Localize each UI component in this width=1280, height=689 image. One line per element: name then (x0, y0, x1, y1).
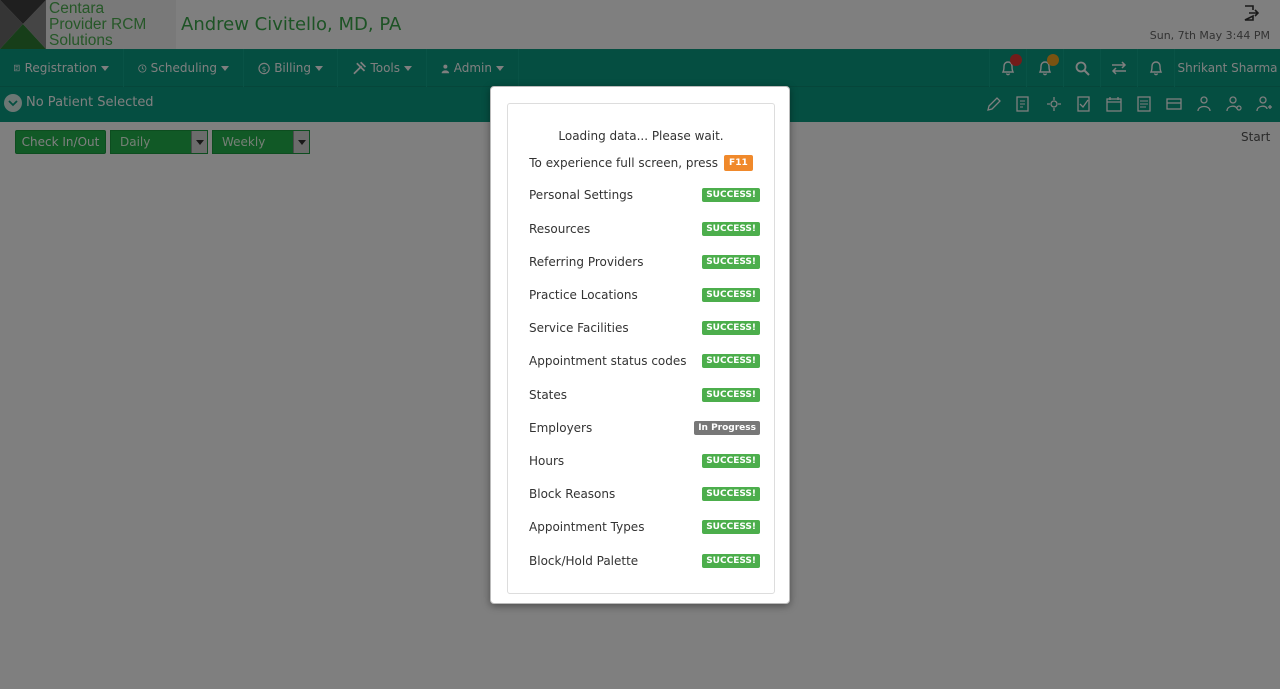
status-badge: SUCCESS! (702, 288, 760, 302)
load-item-label: Appointment Types (529, 520, 645, 534)
status-badge: SUCCESS! (702, 354, 760, 368)
load-item-row: Block/Hold Palette SUCCESS! (529, 551, 760, 571)
load-item-label: Referring Providers (529, 255, 644, 269)
load-item-row: Resources SUCCESS! (529, 219, 760, 239)
loading-panel: Loading data... Please wait. To experien… (507, 103, 775, 594)
load-item-label: States (529, 388, 568, 402)
load-item-row: Hours SUCCESS! (529, 451, 760, 471)
load-item-row: Personal Settings SUCCESS! (529, 185, 760, 205)
status-badge: SUCCESS! (702, 454, 760, 468)
load-item-row: Referring Providers SUCCESS! (529, 252, 760, 272)
status-badge: SUCCESS! (702, 554, 760, 568)
status-badge: SUCCESS! (702, 487, 760, 501)
load-item-row: Employers In Progress (529, 418, 760, 438)
load-item-label: Employers (529, 421, 593, 435)
load-item-row: Appointment Types SUCCESS! (529, 517, 760, 537)
status-badge: In Progress (694, 421, 760, 435)
load-item-label: Hours (529, 454, 565, 468)
loading-message: Loading data... Please wait. (558, 129, 724, 143)
load-item-label: Block Reasons (529, 487, 616, 501)
load-item-label: Appointment status codes (529, 354, 687, 368)
status-badge: SUCCESS! (702, 388, 760, 402)
fullscreen-hint-text: To experience full screen, press (529, 156, 719, 170)
f11-key-badge: F11 (724, 155, 753, 171)
load-item-label: Service Facilities (529, 321, 629, 335)
load-item-row: Block Reasons SUCCESS! (529, 484, 760, 504)
fullscreen-hint: To experience full screen, press F11 (508, 155, 774, 171)
status-badge: SUCCESS! (702, 255, 760, 269)
load-item-label: Block/Hold Palette (529, 554, 639, 568)
load-item-label: Resources (529, 222, 591, 236)
load-item-label: Practice Locations (529, 288, 638, 302)
load-item-row: Appointment status codes SUCCESS! (529, 351, 760, 371)
status-badge: SUCCESS! (702, 188, 760, 202)
status-badge: SUCCESS! (702, 520, 760, 534)
status-badge: SUCCESS! (702, 222, 760, 236)
status-badge: SUCCESS! (702, 321, 760, 335)
loading-dialog: Loading data... Please wait. To experien… (490, 86, 790, 604)
load-item-label: Personal Settings (529, 188, 634, 202)
load-item-row: Service Facilities SUCCESS! (529, 318, 760, 338)
load-item-row: States SUCCESS! (529, 385, 760, 405)
load-item-row: Practice Locations SUCCESS! (529, 285, 760, 305)
